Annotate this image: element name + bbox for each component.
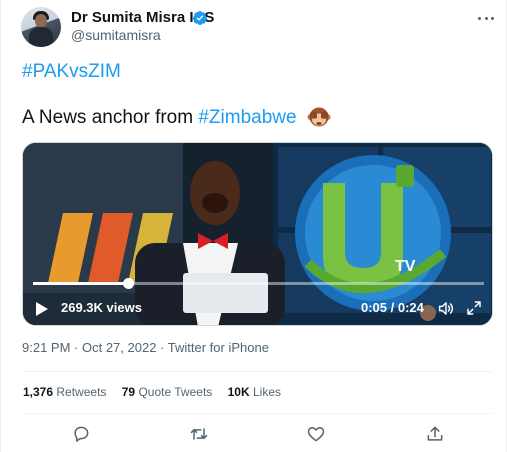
avatar[interactable] [21, 7, 61, 47]
retweets-label: Retweets [56, 385, 107, 399]
divider [22, 371, 493, 372]
hashtag-link-pakvszim[interactable]: #PAKvsZIM [22, 61, 121, 82]
likes-label: Likes [252, 385, 281, 399]
volume-muted-icon[interactable] [437, 300, 455, 317]
likes-count: 10K [227, 385, 250, 399]
video-progress-handle[interactable] [122, 278, 134, 289]
meta-separator: · [156, 340, 168, 355]
quote-tweets-label: Quote Tweets [138, 385, 213, 399]
tweet-meta: 9:21 PM · Oct 27, 2022 · Twitter for iPh… [22, 340, 269, 355]
hashtag-link-zimbabwe[interactable]: #Zimbabwe [198, 107, 296, 128]
dot [478, 16, 481, 20]
likes-stat[interactable]: 10K Likes [228, 385, 281, 399]
like-button[interactable] [306, 424, 326, 444]
tweet-hashtag-line: #PAKvsZIM [22, 61, 121, 83]
retweets-count: 1,376 [23, 385, 54, 399]
share-button[interactable] [425, 424, 445, 444]
fullscreen-icon[interactable] [466, 300, 482, 316]
play-icon[interactable] [35, 301, 49, 317]
quote-tweets-stat[interactable]: 79 Quote Tweets [122, 385, 213, 399]
more-options-icon[interactable] [475, 9, 497, 27]
tweet-stats: 1,376 Retweets 79 Quote Tweets 10K Likes [23, 385, 293, 399]
tweet-text-line: A News anchor from #Zimbabwe [22, 107, 297, 129]
retweet-button[interactable] [189, 424, 209, 444]
retweets-stat[interactable]: 1,376 Retweets [23, 385, 106, 399]
tweet-time[interactable]: 9:21 PM [22, 340, 70, 355]
user-handle[interactable]: @sumitamisra [71, 27, 161, 43]
video-player[interactable]: TV 269.3K views 0:05 / 0:24 [22, 142, 493, 326]
quote-tweets-count: 79 [121, 385, 136, 399]
share-icon [427, 426, 443, 441]
dot [491, 16, 494, 20]
video-frame: TV [23, 143, 492, 325]
verified-badge-icon [192, 11, 207, 25]
reply-icon [74, 426, 89, 442]
video-timecode: 0:05 / 0:24 [361, 300, 424, 315]
video-progress-fill [33, 282, 128, 285]
view-count: 269.3K views [61, 300, 142, 315]
meta-separator: · [70, 340, 82, 355]
reply-button[interactable] [71, 424, 91, 444]
video-progress-track[interactable] [33, 278, 484, 289]
tweet-source[interactable]: Twitter for iPhone [168, 340, 269, 355]
avatar-face [35, 14, 47, 28]
like-icon [307, 427, 325, 442]
avatar-body [29, 27, 53, 47]
retweet-icon [190, 428, 208, 440]
tweet-card: Dr Sumita Misra IAS @sumitamisra #PAKvsZ… [0, 0, 507, 452]
tweet-date[interactable]: Oct 27, 2022 [82, 340, 156, 355]
dot [484, 16, 488, 20]
channel-logo-text: TV [395, 258, 416, 275]
tweet-text: A News anchor from [22, 107, 199, 128]
divider [22, 413, 493, 414]
see-no-evil-monkey-icon [307, 107, 331, 127]
